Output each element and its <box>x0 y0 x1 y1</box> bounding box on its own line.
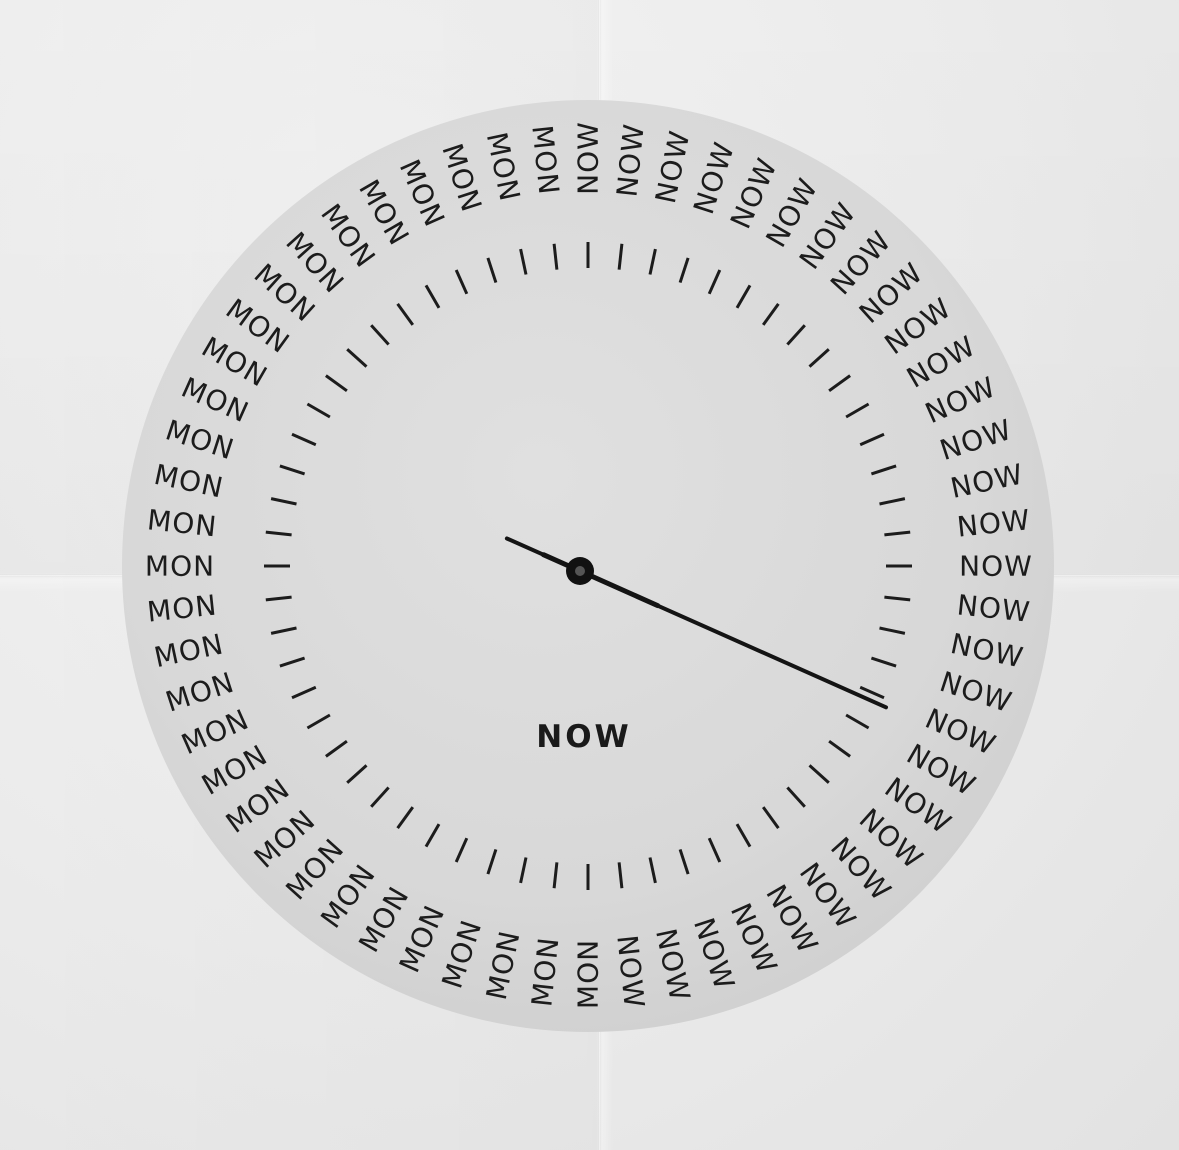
clock-dial: NOW NOWNOWNOWNOWNOWNOWNOWNOWNOWNOWNOWNOWN… <box>122 100 1054 1032</box>
center-label: NOW <box>536 719 632 755</box>
ring-word-mon: MON <box>145 550 215 583</box>
ring-word-now: NOW <box>959 550 1033 583</box>
ring-word-now: NOW <box>572 121 605 195</box>
ring-word-mon: MON <box>572 939 605 1009</box>
hand-hub-pin <box>575 566 585 576</box>
photo-scene: NOW NOW NOW NOW NOW NOW NOW NOW NOW NOW NOW NOW NOW N… <box>0 0 1179 1150</box>
